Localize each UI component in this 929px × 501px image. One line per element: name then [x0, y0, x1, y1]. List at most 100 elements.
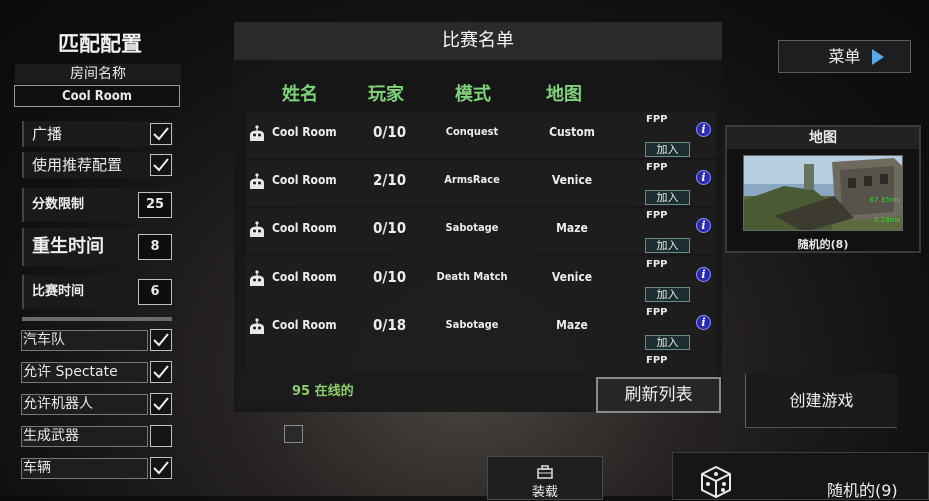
join-button[interactable]: 加入: [645, 287, 690, 302]
respawn-input[interactable]: 8: [138, 234, 172, 260]
recommended-checkbox[interactable]: [150, 154, 172, 176]
fpp-tag: FPP: [646, 114, 668, 125]
latency-overlay: 0.28ms: [873, 216, 900, 224]
map-panel-title: 地图: [727, 127, 919, 149]
player-count: 0/10: [373, 268, 407, 286]
option-checkbox[interactable]: [150, 329, 172, 351]
refresh-list-button[interactable]: 刷新列表: [596, 377, 721, 413]
map-name: Maze: [556, 318, 588, 332]
player-count: 0/10: [373, 219, 407, 237]
room-name: Cool Room: [272, 270, 337, 284]
loadout-button[interactable]: 装载: [487, 456, 603, 500]
option-checkbox[interactable]: [150, 393, 172, 415]
game-mode: Sabotage: [445, 221, 499, 234]
column-header-mode: 模式: [455, 84, 491, 105]
check-icon: [153, 461, 169, 475]
briefcase-icon: [537, 465, 553, 479]
recommended-row: 使用推荐配置: [22, 152, 174, 178]
info-icon[interactable]: i: [696, 170, 711, 185]
room-name: Cool Room: [272, 221, 337, 235]
option-checkbox[interactable]: [150, 457, 172, 479]
recommended-label: 使用推荐配置: [32, 156, 123, 174]
score-limit-label: 分数限制: [32, 197, 85, 212]
online-count: 95 在线的: [292, 384, 354, 399]
join-button[interactable]: 加入: [645, 238, 690, 253]
player-count: 2/10: [373, 171, 407, 189]
room-name-label: 房间名称: [15, 64, 181, 84]
option-row: 车辆: [21, 458, 148, 479]
check-icon: [153, 158, 169, 172]
info-icon[interactable]: i: [696, 122, 711, 137]
room-name: Cool Room: [272, 173, 337, 187]
play-arrow-icon: [872, 49, 884, 65]
option-row: 生成武器: [21, 426, 148, 447]
option-label: 生成武器: [23, 428, 79, 444]
option-checkbox[interactable]: [150, 361, 172, 383]
match-time-label: 比赛时间: [32, 284, 85, 299]
game-mode: ArmsRace: [444, 173, 500, 186]
join-button[interactable]: 加入: [645, 190, 690, 205]
map-name: Venice: [551, 270, 593, 284]
broadcast-row: 广播: [22, 121, 174, 147]
fpp-tag: FPP: [646, 259, 668, 270]
map-name: Maze: [556, 221, 588, 235]
match-time-row: 比赛时间 6: [22, 275, 174, 309]
table-row[interactable]: Cool Room 0/10 Death Match Venice FPP 加入 i: [246, 257, 716, 303]
game-mode: Sabotage: [445, 318, 499, 331]
option-checkbox[interactable]: [150, 425, 172, 447]
divider: [22, 317, 172, 321]
score-limit-row: 分数限制 25: [22, 188, 174, 222]
score-limit-input[interactable]: 25: [138, 192, 172, 218]
option-row: 允许机器人: [21, 394, 148, 415]
broadcast-label: 广播: [32, 125, 63, 143]
check-icon: [153, 127, 169, 141]
join-button[interactable]: 加入: [645, 142, 690, 157]
table-row-partial[interactable]: FPP: [246, 353, 716, 373]
create-game-button[interactable]: 创建游戏: [745, 374, 897, 428]
room-name: Cool Room: [272, 125, 337, 139]
option-label: 汽车队: [23, 332, 65, 348]
fps-overlay: 67.35ms: [869, 196, 900, 204]
dice-icon: [701, 465, 731, 499]
fpp-tag: FPP: [646, 210, 668, 221]
bot-icon: [250, 173, 264, 189]
bot-icon: [250, 270, 264, 286]
loadout-label: 装载: [531, 485, 558, 500]
menu-label: 菜单: [828, 47, 861, 66]
check-icon: [153, 365, 169, 379]
player-count: 0/10: [373, 123, 407, 141]
map-preview-image[interactable]: 67.35ms 0.28ms: [743, 155, 903, 231]
unlabeled-checkbox[interactable]: [284, 425, 303, 443]
respawn-row: 重生时间 8: [22, 228, 174, 266]
broadcast-checkbox[interactable]: [150, 123, 172, 145]
bot-icon: [250, 125, 264, 141]
info-icon[interactable]: i: [696, 315, 711, 330]
fpp-tag: FPP: [646, 162, 668, 173]
join-button[interactable]: 加入: [645, 335, 690, 350]
option-label: 允许 Spectate: [23, 364, 118, 380]
menu-button[interactable]: 菜单: [778, 40, 911, 73]
room-name-input[interactable]: Cool Room: [14, 85, 180, 107]
random-map-button[interactable]: 随机的(9): [672, 452, 929, 500]
game-mode: Conquest: [445, 125, 499, 138]
random-map-label: 随机的(9): [827, 481, 898, 500]
option-label: 允许机器人: [23, 396, 93, 412]
info-icon[interactable]: i: [696, 267, 711, 282]
table-row[interactable]: Cool Room 0/10 Conquest Custom FPP 加入 i: [246, 112, 716, 158]
map-caption: 随机的(8): [797, 238, 849, 251]
table-row[interactable]: Cool Room 2/10 ArmsRace Venice FPP 加入 i: [246, 160, 716, 206]
info-icon[interactable]: i: [696, 218, 711, 233]
game-mode: Death Match: [436, 270, 508, 283]
table-row[interactable]: Cool Room 0/18 Sabotage Maze FPP 加入 i: [246, 305, 716, 351]
check-icon: [153, 333, 169, 347]
option-row: 允许 Spectate: [21, 362, 148, 383]
player-count: 0/18: [373, 316, 407, 334]
table-row[interactable]: Cool Room 0/10 Sabotage Maze FPP 加入 i: [246, 208, 716, 254]
column-header-name: 姓名: [282, 84, 318, 105]
map-name: Venice: [551, 173, 593, 187]
fpp-tag: FPP: [646, 355, 668, 366]
check-icon: [153, 397, 169, 411]
match-list-title: 比赛名单: [234, 22, 722, 60]
respawn-label: 重生时间: [32, 236, 104, 257]
match-time-input[interactable]: 6: [138, 279, 172, 305]
